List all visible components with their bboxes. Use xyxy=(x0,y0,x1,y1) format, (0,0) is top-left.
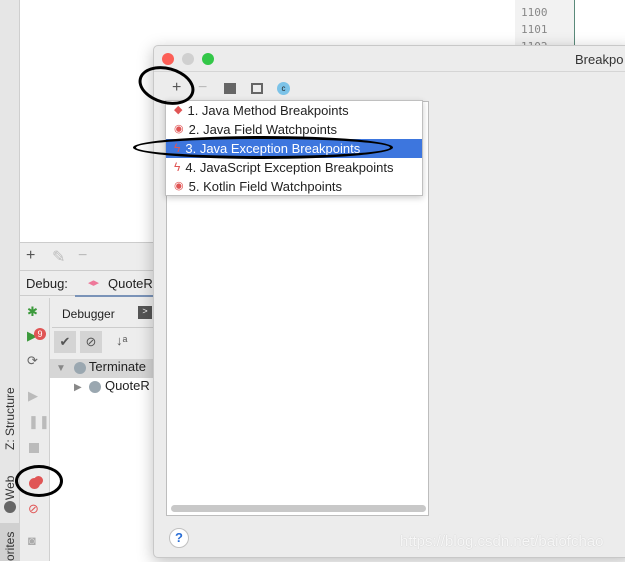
eye-watchpoint-icon: ◉ xyxy=(174,180,184,192)
close-button[interactable] xyxy=(162,53,174,65)
lightning-icon: ϟ xyxy=(174,160,181,174)
remove-breakpoint-button[interactable]: − xyxy=(198,79,207,97)
annotation-circle xyxy=(15,465,63,497)
mute-breakpoints-icon[interactable]: ⊘ xyxy=(28,501,39,517)
check-icon[interactable]: ✔ xyxy=(54,331,76,353)
help-button[interactable]: ? xyxy=(169,528,189,548)
tree-label: Terminate xyxy=(88,359,146,374)
zoom-button[interactable] xyxy=(202,53,214,65)
pause-icon[interactable]: ❚❚ xyxy=(28,414,50,430)
console-icon[interactable]: > xyxy=(138,306,152,319)
menu-item-kotlin-field[interactable]: ◉ 5. Kotlin Field Watchpoints xyxy=(166,177,422,196)
dialog-title: Breakpo xyxy=(575,52,624,67)
globe-icon xyxy=(4,501,16,513)
favorites-tab[interactable]: orites xyxy=(3,532,17,561)
restore-icon[interactable]: ⟳ xyxy=(27,353,38,369)
camera-icon[interactable]: ◙ xyxy=(28,533,36,548)
group-by-package-icon[interactable] xyxy=(224,83,236,94)
config-icon: ◂▸ xyxy=(88,277,100,289)
rerun-badge: 9 xyxy=(34,328,46,340)
sort-icon[interactable]: ↓ᵃ xyxy=(116,333,127,348)
tree-row[interactable]: ▼ Terminate xyxy=(50,359,160,378)
terminated-icon xyxy=(89,380,102,393)
horizontal-scrollbar[interactable] xyxy=(171,505,426,512)
eye-watchpoint-icon: ◉ xyxy=(174,123,184,135)
line-number: 1101 xyxy=(521,23,548,36)
add-icon[interactable]: + xyxy=(26,247,35,265)
debug-label: Debug: xyxy=(26,276,68,291)
minimize-button[interactable] xyxy=(182,53,194,65)
resume-icon[interactable]: ▶ xyxy=(28,388,38,404)
mute-icon[interactable]: ⊘ xyxy=(80,331,102,353)
bug-icon[interactable]: ✱ xyxy=(27,304,38,320)
edit-icon[interactable]: ✎ xyxy=(52,247,65,267)
watermark: https://blog.csdn.net/baiofchao xyxy=(400,533,604,550)
line-number-gutter: 1100 1101 1102 xyxy=(515,0,575,53)
group-by-file-icon[interactable] xyxy=(251,83,263,94)
debug-toolbar: ✱ ▶ 9 ⟳ ▶ ❚❚ ⊘ ◙ xyxy=(20,298,50,561)
annotation-circle xyxy=(133,136,393,159)
stop-icon[interactable] xyxy=(29,443,39,453)
line-number: 1100 xyxy=(521,6,548,19)
structure-tab[interactable]: Z: Structure xyxy=(3,387,17,450)
group-by-class-icon[interactable]: c xyxy=(277,82,290,95)
menu-item-javascript-exception[interactable]: ϟ 4. JavaScript Exception Breakpoints xyxy=(166,158,422,177)
menu-item-java-method[interactable]: ◆ 1. Java Method Breakpoints xyxy=(166,101,422,120)
remove-icon[interactable]: − xyxy=(78,247,87,265)
tree-row[interactable]: ▶ QuoteR xyxy=(50,378,160,397)
terminated-icon xyxy=(73,361,86,374)
tree-label: QuoteR xyxy=(104,378,150,393)
tab-debugger[interactable]: Debugger xyxy=(62,307,115,321)
